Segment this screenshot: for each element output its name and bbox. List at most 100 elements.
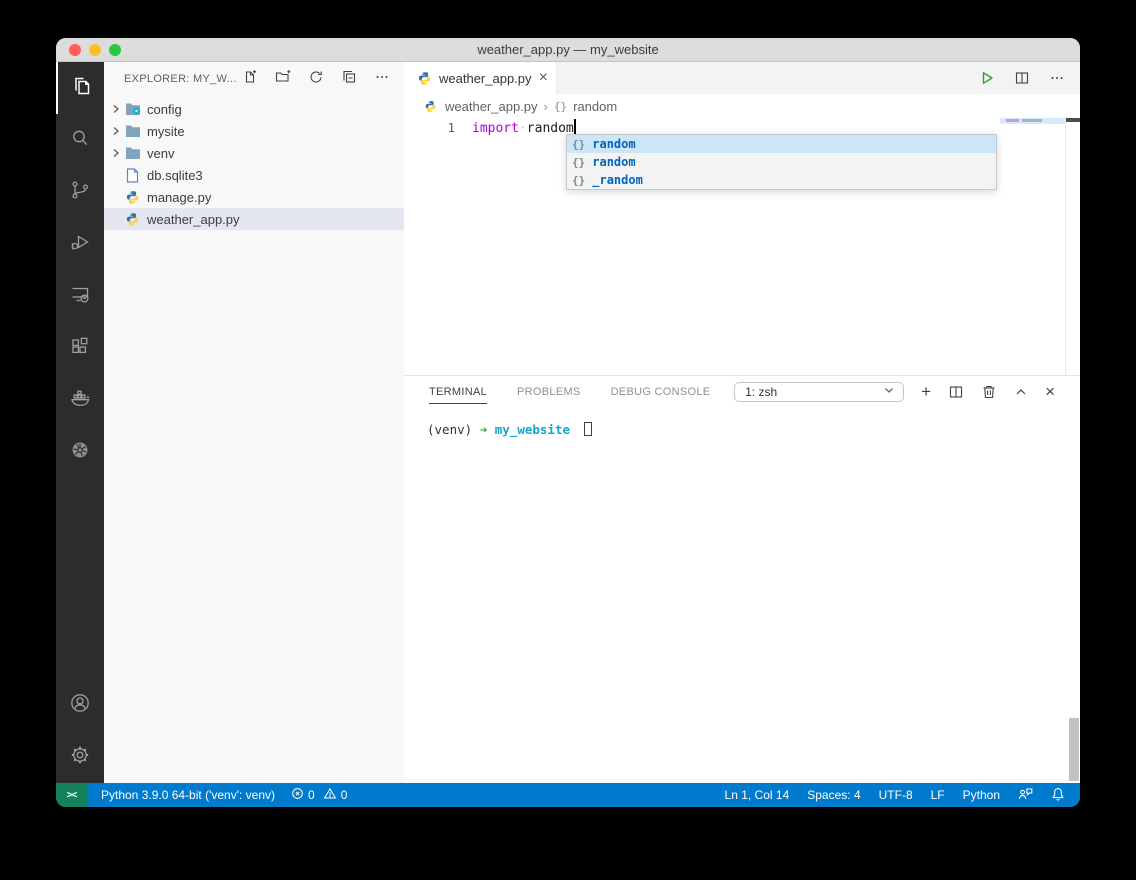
suggest-item[interactable]: {} random [567,135,996,153]
symbol-module-icon: {} [572,174,585,187]
maximize-panel-icon[interactable] [1014,385,1028,399]
minimap[interactable] [1000,118,1065,124]
tree-item-label: db.sqlite3 [147,168,203,183]
feedback-status[interactable] [1009,787,1042,804]
activitybar-extensions[interactable] [56,322,104,374]
code-editor[interactable]: 1 import·random {} random {} random [404,118,1080,375]
warning-icon [323,787,337,803]
explorer-header: EXPLORER: MY_W... [104,62,404,96]
suggest-label: random [592,155,635,169]
python-file-icon [422,98,439,114]
panel-header: TERMINAL PROBLEMS DEBUG CONSOLE 1: zsh + [404,376,1080,407]
sidebar-explorer: EXPLORER: MY_W... config [104,62,404,783]
new-folder-icon[interactable] [275,69,291,90]
tree-item-db-sqlite3[interactable]: db.sqlite3 [104,164,404,186]
more-actions-icon[interactable] [1049,70,1065,86]
folder-icon [124,145,141,161]
file-tree: config mysite venv db.sqlite3 [104,98,404,230]
indentation-label: Spaces: 4 [807,788,860,802]
tab-debug-console[interactable]: DEBUG CONSOLE [611,379,711,404]
activitybar-search[interactable] [56,114,104,166]
tab-problems[interactable]: PROBLEMS [517,379,581,404]
collapse-folders-icon[interactable] [341,69,357,90]
remote-icon: >< [67,790,77,801]
run-debug-icon [68,230,92,259]
activitybar-kubernetes[interactable] [56,426,104,478]
tab-terminal[interactable]: TERMINAL [429,379,487,404]
activitybar-settings[interactable] [56,731,104,783]
breadcrumb-symbol[interactable]: random [573,99,617,114]
file-icon [124,167,141,183]
settings-gear-icon [68,743,92,772]
split-terminal-icon[interactable] [948,384,964,400]
activitybar-accounts[interactable] [56,679,104,731]
language-mode-status[interactable]: Python [954,788,1009,802]
split-editor-icon[interactable] [1014,70,1030,86]
new-file-icon[interactable] [242,69,258,90]
search-icon [68,126,92,155]
minimize-window-button[interactable] [89,44,101,56]
text-cursor [574,119,576,135]
whitespace-dot: · [519,121,527,136]
tree-item-label: weather_app.py [147,212,240,227]
terminal-cursor [584,422,592,436]
minimap-divider [1065,118,1066,375]
eol-status[interactable]: LF [922,788,954,802]
minimap-keyword-mark [1006,119,1019,122]
run-python-file-button[interactable] [979,70,995,86]
activitybar-explorer[interactable] [56,62,104,114]
shell-select-value: 1: zsh [745,385,777,399]
breadcrumb: weather_app.py › {} random [404,94,1080,118]
editor-group: weather_app.py × weather_app.py › {} ran… [404,62,1080,783]
extensions-icon [68,334,92,363]
kill-terminal-icon[interactable] [981,384,997,400]
encoding-status[interactable]: UTF-8 [870,788,922,802]
eol-label: LF [931,788,945,802]
terminal-shell-select[interactable]: 1: zsh [734,382,904,402]
folder-icon [124,123,141,139]
source-control-icon [68,178,92,207]
activitybar-remote-explorer[interactable] [56,270,104,322]
symbol-module-icon: {} [554,100,567,113]
tree-item-manage-py[interactable]: manage.py [104,186,404,208]
activitybar-source-control[interactable] [56,166,104,218]
tree-item-config[interactable]: config [104,98,404,120]
python-interpreter-status[interactable]: Python 3.9.0 64-bit ('venv': venv) [87,788,283,802]
activitybar-docker[interactable] [56,374,104,426]
more-actions-icon[interactable] [374,69,390,90]
tab-weather-app-py[interactable]: weather_app.py × [404,62,557,94]
python-file-icon [124,189,141,205]
suggest-label: random [592,137,635,151]
remote-explorer-icon [68,282,92,311]
python-file-icon [416,70,433,86]
terminal[interactable]: (venv) ➜ my_website [404,407,1080,783]
suggest-item[interactable]: {} _random [567,171,996,189]
interpreter-label: Python 3.9.0 64-bit ('venv': venv) [101,788,275,802]
warning-count: 0 [341,788,348,802]
tab-close-icon[interactable]: × [539,70,548,86]
refresh-icon[interactable] [308,69,324,90]
suggest-label: _random [592,173,643,187]
tree-item-weather-app-py[interactable]: weather_app.py [104,208,404,230]
status-bar: >< Python 3.9.0 64-bit ('venv': venv) 0 … [56,783,1080,807]
notifications-status[interactable] [1042,787,1074,804]
tree-item-mysite[interactable]: mysite [104,120,404,142]
symbol-module-icon: {} [572,138,585,151]
remote-indicator[interactable]: >< [56,783,87,807]
close-panel-icon[interactable]: × [1045,383,1055,400]
tree-item-venv[interactable]: venv [104,142,404,164]
new-terminal-button[interactable]: + [921,383,931,400]
zoom-window-button[interactable] [109,44,121,56]
close-window-button[interactable] [69,44,81,56]
problems-status[interactable]: 0 0 [283,787,355,803]
cursor-position-status[interactable]: Ln 1, Col 14 [716,788,799,802]
indentation-status[interactable]: Spaces: 4 [798,788,869,802]
suggest-item[interactable]: {} random [567,153,996,171]
chevron-right-icon [108,103,124,115]
terminal-cwd: my_website [495,422,570,437]
folder-config-icon [124,101,141,117]
terminal-scrollbar-thumb[interactable] [1069,718,1079,781]
activitybar-run-debug[interactable] [56,218,104,270]
explorer-icon [69,74,93,103]
breadcrumb-file[interactable]: weather_app.py [445,99,538,114]
